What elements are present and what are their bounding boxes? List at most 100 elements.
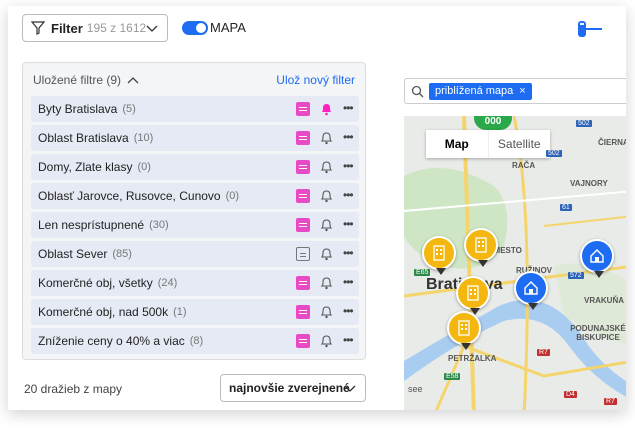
filter-name: Domy, Zlate klasy (38, 160, 133, 174)
place-label: PODUNAJSKÉ BISKUPICE (570, 324, 626, 342)
funnel-icon (31, 21, 45, 35)
road-label: 502 (576, 120, 592, 127)
map-toggle[interactable] (182, 21, 208, 35)
more-options-icon[interactable]: ••• (343, 275, 354, 289)
filter-label: Filter (51, 20, 83, 36)
chevron-down-icon (344, 385, 356, 392)
cluster-badge[interactable]: 000 (474, 116, 512, 130)
filter-count: (0) (225, 190, 240, 202)
list-item[interactable]: Komerčné obj, všetky (24) ••• (31, 270, 359, 296)
note-icon[interactable] (296, 218, 310, 232)
map-type-map-button[interactable]: Map (426, 130, 488, 158)
marker-house[interactable] (514, 271, 548, 310)
saved-filters-title: Uložené filtre (9) (33, 73, 122, 87)
more-options-icon[interactable]: ••• (343, 304, 354, 318)
filter-name: Oblast Bratislava (38, 131, 129, 145)
search-chip-label: priblížená mapa (435, 85, 514, 97)
note-icon[interactable] (296, 305, 310, 319)
more-options-icon[interactable]: ••• (343, 130, 354, 144)
filter-name: Byty Bratislava (38, 102, 118, 116)
more-options-icon[interactable]: ••• (343, 217, 354, 231)
filter-name: Oblast Sever (38, 247, 108, 261)
bell-icon[interactable] (320, 189, 333, 203)
map-view[interactable]: 000 Map Satellite ČIERNA RAČA VAJNORY É … (404, 116, 626, 410)
road-label: 572 (568, 272, 584, 279)
chevron-up-icon (127, 77, 139, 84)
list-item[interactable]: Len nesprístupnené (30) ••• (31, 212, 359, 238)
map-type-control: Map Satellite (426, 130, 550, 158)
toggle-knob (196, 23, 206, 33)
app-window: Filter 195 z 1612 MAPA Uložené filtre (9… (8, 6, 626, 410)
list-item[interactable]: Oblast Sever (85) ••• (31, 241, 359, 267)
more-options-icon[interactable]: ••• (343, 101, 354, 115)
road-label: E58 (444, 373, 461, 380)
list-item[interactable]: Oblasť Jarovce, Rusovce, Cunovo (0) ••• (31, 183, 359, 209)
map-type-satellite-button[interactable]: Satellite (487, 130, 551, 158)
place-label: VAJNORY (570, 179, 608, 188)
filter-count: (10) (133, 132, 154, 144)
bell-icon[interactable] (320, 131, 333, 145)
more-options-icon[interactable]: ••• (343, 159, 354, 173)
note-icon[interactable] (296, 276, 310, 290)
filter-count: (0) (137, 161, 151, 173)
marker-house[interactable] (580, 239, 614, 278)
bell-icon[interactable] (320, 305, 333, 319)
filter-count: (24) (157, 277, 178, 289)
road-label: E65 (414, 269, 431, 276)
filter-name: Oblasť Jarovce, Rusovce, Cunovo (38, 189, 221, 203)
building-icon (467, 285, 479, 301)
bell-icon[interactable] (320, 218, 333, 232)
marker-building[interactable] (447, 311, 481, 350)
bell-icon-active[interactable] (320, 102, 333, 116)
filter-count: (30) (149, 219, 169, 231)
marker-building[interactable] (422, 236, 456, 275)
chevron-down-icon (146, 25, 158, 32)
list-item[interactable]: Oblast Bratislava (10) ••• (31, 125, 359, 151)
filter-name: Len nesprístupnené (38, 218, 145, 232)
search-chip[interactable]: priblížená mapa × (429, 83, 532, 100)
note-icon[interactable] (296, 334, 310, 348)
map-search-bar[interactable]: priblížená mapa × (404, 78, 626, 104)
marker-building[interactable] (456, 276, 490, 315)
marker-building[interactable] (464, 228, 498, 267)
note-icon[interactable] (296, 102, 310, 116)
road-label: R7 (604, 398, 617, 405)
building-icon (475, 237, 487, 253)
filter-button[interactable]: Filter 195 z 1612 (22, 14, 168, 42)
list-item[interactable]: Domy, Zlate klasy (0) ••• (31, 154, 359, 180)
building-icon (433, 245, 445, 261)
saved-filters-panel: Uložené filtre (9) Ulož nový filter Byty… (22, 62, 366, 360)
road-label: R7 (537, 349, 550, 356)
note-icon[interactable] (296, 189, 310, 203)
bell-icon[interactable] (320, 334, 333, 348)
filter-count: (8) (189, 335, 204, 347)
filter-count: (85) (112, 248, 132, 260)
filter-name: Komerčné obj, nad 500k (38, 305, 169, 319)
place-label: see (408, 384, 423, 394)
bell-icon[interactable] (320, 276, 333, 290)
more-options-icon[interactable]: ••• (343, 246, 354, 260)
list-item[interactable]: Komerčné obj, nad 500k (1) ••• (31, 299, 359, 325)
saved-filters-header[interactable]: Uložené filtre (9) (33, 73, 139, 87)
note-icon[interactable] (296, 160, 310, 174)
bell-icon[interactable] (320, 247, 333, 261)
filter-sliders-icon[interactable] (576, 19, 604, 39)
close-icon[interactable]: × (519, 85, 525, 98)
list-item[interactable]: Zníženie ceny o 40% a viac (8) ••• (31, 328, 359, 354)
more-options-icon[interactable]: ••• (343, 333, 354, 347)
save-new-filter-link[interactable]: Ulož nový filter (276, 73, 355, 87)
list-item[interactable]: Byty Bratislava (5) ••• (31, 96, 359, 122)
note-icon[interactable] (296, 247, 310, 261)
top-bar: Filter 195 z 1612 MAPA (8, 6, 626, 50)
note-icon[interactable] (296, 131, 310, 145)
bell-icon[interactable] (320, 160, 333, 174)
more-options-icon[interactable]: ••• (343, 188, 354, 202)
place-label: VRAKUŇA (584, 296, 624, 305)
road-label: 61 (560, 204, 572, 211)
road-label: 502 (546, 150, 562, 157)
place-label: ČIERNA (598, 138, 626, 147)
sort-select[interactable]: najnovšie zverejnené (220, 374, 366, 402)
filter-count: 195 z 1612 (86, 21, 147, 35)
place-label: RAČA (512, 161, 536, 170)
search-icon (411, 85, 424, 98)
